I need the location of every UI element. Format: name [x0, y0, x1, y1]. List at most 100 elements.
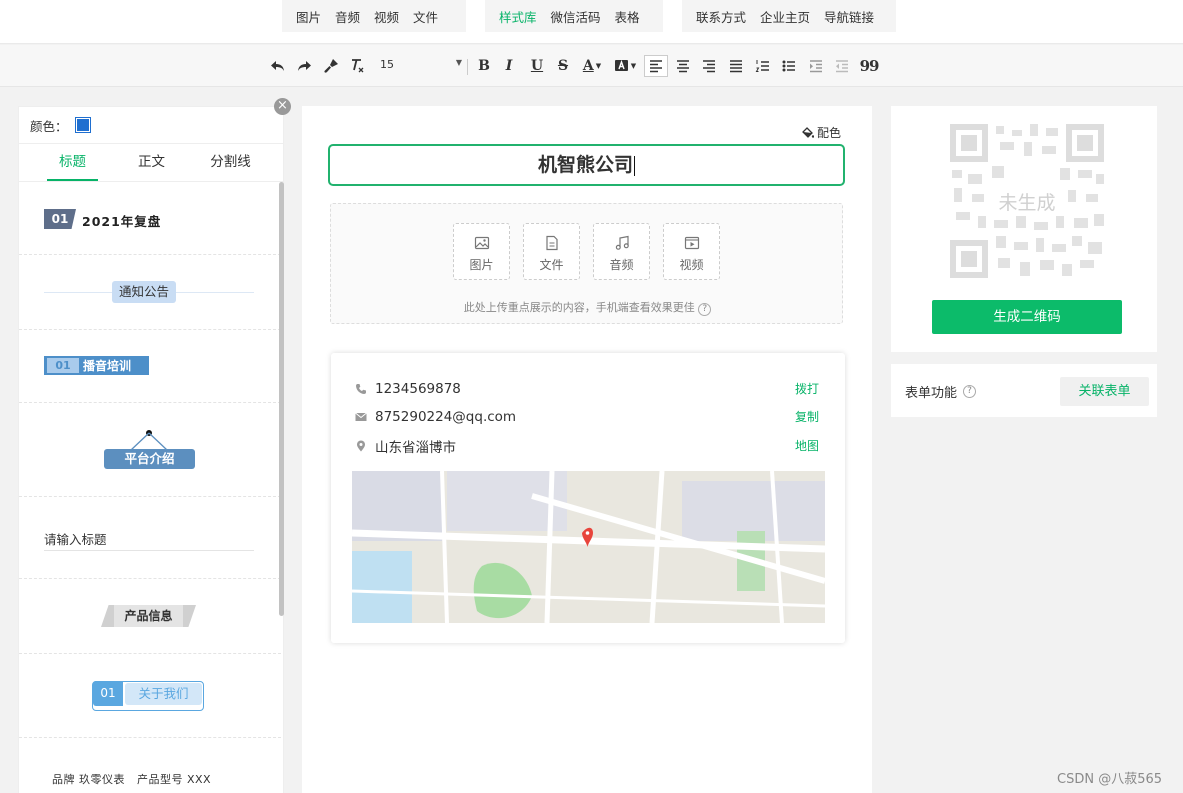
upload-file-label: 文件: [539, 258, 564, 272]
tab-table[interactable]: 表格: [608, 7, 647, 26]
color-swatch[interactable]: [74, 117, 91, 133]
brush-icon: [324, 59, 338, 73]
underline-button[interactable]: U: [526, 56, 548, 76]
heading-template-7[interactable]: 01 关于我们: [19, 654, 281, 738]
tab-video[interactable]: 视频: [367, 7, 406, 26]
bold-button[interactable]: B: [473, 56, 495, 76]
image-icon: [474, 236, 489, 250]
upload-video-label: 视频: [679, 258, 704, 272]
template-title: 品牌 玖零仪表 产品型号 XXX: [52, 773, 212, 786]
help-icon[interactable]: ?: [963, 385, 977, 398]
ordered-list-icon: [755, 60, 769, 72]
title-input[interactable]: 机智熊公司: [328, 144, 845, 186]
contact-phone: 1234569878: [375, 381, 461, 397]
upload-image-button[interactable]: 图片: [453, 223, 510, 280]
quote-button[interactable]: 99: [858, 56, 880, 76]
contact-email-row: 875290224@qq.com: [355, 407, 516, 427]
align-left-icon: [650, 60, 662, 73]
background-color-button[interactable]: ▼: [611, 56, 639, 76]
generate-qr-button[interactable]: 生成二维码: [932, 300, 1122, 334]
align-left-button[interactable]: [644, 55, 668, 77]
align-right-button[interactable]: [698, 56, 720, 76]
tab-image[interactable]: 图片: [289, 7, 328, 26]
font-size-value: 15: [380, 58, 394, 71]
editor-canvas: 配色 机智熊公司 图片 文件 音频 视频 此处上传重点展示的内容，手机端查看效果…: [302, 106, 872, 793]
italic-button[interactable]: I: [498, 56, 520, 76]
clear-format-button[interactable]: [346, 56, 368, 76]
link-form-button[interactable]: 关联表单: [1060, 377, 1149, 406]
template-number-badge: 01: [44, 209, 76, 229]
format-painter-button[interactable]: [320, 56, 342, 76]
chevron-down-icon: ▼: [595, 62, 602, 70]
call-button[interactable]: 拨打: [795, 380, 819, 397]
heading-template-5[interactable]: 请输入标题: [19, 497, 281, 579]
style-library-panel: 颜色： 标题 正文 分割线 01 2021年复盘 通知公告 01 播音培训 平台…: [18, 106, 284, 793]
heading-template-6[interactable]: 产品信息: [19, 579, 281, 654]
top-tab-bar: 图片 音频 视频 文件 样式库 微信活码 表格 联系方式 企业主页 导航链接: [0, 0, 1183, 44]
close-panel-button[interactable]: ×: [274, 98, 291, 115]
copy-button[interactable]: 复制: [795, 408, 819, 425]
contact-phone-row: 1234569878: [355, 379, 461, 399]
upload-hint-text: 此处上传重点展示的内容，手机端查看效果更佳: [463, 301, 695, 314]
clear-format-icon: [352, 59, 364, 73]
tab-wechat-code[interactable]: 微信活码: [544, 7, 608, 26]
format-toolbar: 15 ▼ B I U S A ▼ ▼ 99: [0, 45, 1183, 87]
align-center-button[interactable]: [672, 56, 694, 76]
color-row: 颜色：: [19, 107, 283, 144]
tab-nav-links[interactable]: 导航链接: [817, 7, 881, 26]
undo-button[interactable]: [267, 56, 289, 76]
tab-homepage[interactable]: 企业主页: [753, 7, 817, 26]
font-size-select[interactable]: 15 ▼: [380, 58, 462, 76]
template-title: 播音培训: [83, 359, 132, 373]
tab-heading[interactable]: 标题: [33, 144, 112, 181]
tab-divider[interactable]: 分割线: [191, 144, 270, 181]
upload-image-label: 图片: [469, 258, 494, 272]
help-icon[interactable]: ?: [698, 303, 712, 316]
tab-audio[interactable]: 音频: [328, 7, 367, 26]
font-color-icon: A: [582, 58, 594, 74]
palette-label: 配色: [817, 126, 842, 140]
toolbar-divider: [467, 59, 468, 75]
text-cursor: [634, 155, 635, 176]
tab-file[interactable]: 文件: [406, 7, 445, 26]
template-title: 通知公告: [112, 281, 177, 303]
template-title: 关于我们: [125, 683, 202, 705]
bullet-list-icon: [782, 60, 795, 72]
contact-address-row: 山东省淄博市: [355, 436, 456, 456]
media-tab-group: 图片 音频 视频 文件: [282, 0, 466, 32]
palette-button[interactable]: 配色: [802, 124, 841, 141]
upload-video-button[interactable]: 视频: [663, 223, 720, 280]
qr-code-panel: 未生成 生成二维码: [891, 106, 1157, 352]
upload-audio-button[interactable]: 音频: [593, 223, 650, 280]
tab-contact[interactable]: 联系方式: [689, 7, 753, 26]
template-number-badge: 01: [47, 358, 79, 373]
heading-template-3[interactable]: 01 播音培训: [19, 330, 281, 403]
form-feature-label: 表单功能: [905, 386, 958, 401]
outdent-button[interactable]: [831, 56, 853, 76]
upload-file-button[interactable]: 文件: [523, 223, 580, 280]
redo-button[interactable]: [293, 56, 315, 76]
justify-button[interactable]: [725, 56, 747, 76]
heading-template-8[interactable]: 品牌 玖零仪表 产品型号 XXX: [19, 738, 281, 793]
heading-template-2[interactable]: 通知公告: [19, 255, 281, 330]
template-title: 平台介绍: [104, 449, 195, 469]
map-button[interactable]: 地图: [795, 437, 819, 454]
heading-template-4[interactable]: 平台介绍: [19, 403, 281, 497]
contact-address: 山东省淄博市: [375, 440, 456, 456]
heading-template-1[interactable]: 01 2021年复盘: [19, 182, 281, 255]
music-icon: [615, 235, 629, 250]
unordered-list-button[interactable]: [778, 56, 800, 76]
phone-icon: [356, 384, 366, 394]
strikethrough-button[interactable]: S: [552, 56, 574, 76]
undo-icon: [271, 61, 284, 71]
form-feature-label-row: 表单功能 ?: [905, 382, 977, 401]
font-color-button[interactable]: A ▼: [578, 56, 606, 76]
ordered-list-button[interactable]: [752, 56, 774, 76]
tab-body-text[interactable]: 正文: [112, 144, 191, 181]
upload-hint: 此处上传重点展示的内容，手机端查看效果更佳 ?: [331, 299, 844, 316]
map-view[interactable]: [352, 471, 825, 623]
tab-style-library[interactable]: 样式库: [492, 7, 544, 26]
indent-button[interactable]: [805, 56, 827, 76]
outdent-icon: [836, 60, 848, 73]
panel-scrollbar[interactable]: [279, 182, 284, 616]
